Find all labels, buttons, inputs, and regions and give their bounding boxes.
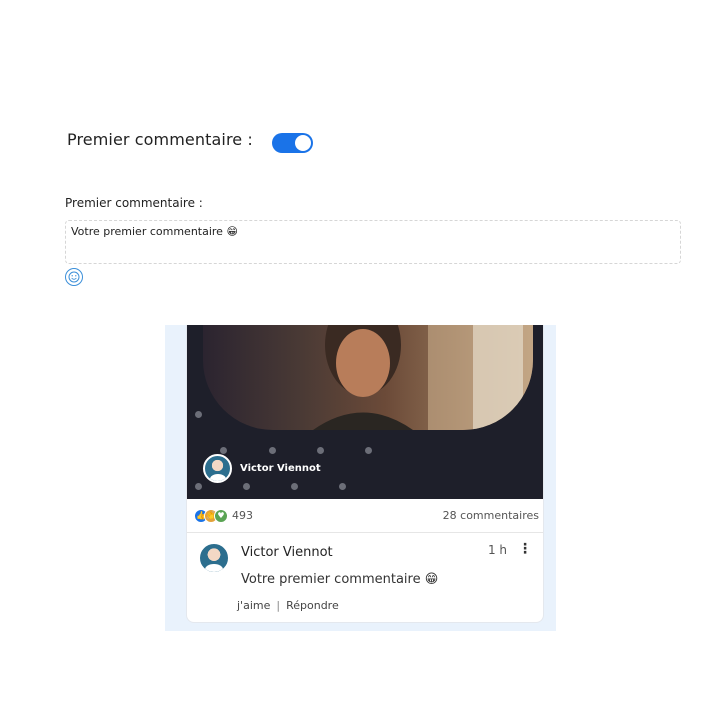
- first-comment-input[interactable]: Votre premier commentaire 😁: [65, 220, 681, 264]
- decor-dot: [291, 483, 298, 490]
- hero-author-name: Victor Viennot: [240, 463, 321, 474]
- toggle-knob: [295, 135, 311, 151]
- like-link[interactable]: j'aime: [237, 599, 270, 612]
- comment-author: Victor Viennot: [241, 545, 333, 560]
- emoji-picker-button[interactable]: [65, 268, 83, 286]
- reactions[interactable]: 👍 👏 ♥ 493: [194, 508, 253, 523]
- smiley-icon: [68, 271, 80, 283]
- decor-dot: [339, 483, 346, 490]
- avatar: [203, 454, 232, 483]
- first-comment-toggle-label: Premier commentaire :: [67, 130, 253, 149]
- reply-link[interactable]: Répondre: [286, 599, 339, 612]
- decor-dot: [220, 447, 227, 454]
- vertical-dots-icon[interactable]: ⋮: [518, 541, 532, 557]
- decor-dot: [365, 447, 372, 454]
- comment-item: Victor Viennot 1 h ⋮ Votre premier comme…: [187, 533, 543, 622]
- first-comment-field-label: Premier commentaire :: [65, 196, 203, 210]
- post-stats: 👍 👏 ♥ 493 28 commentaires: [187, 499, 543, 533]
- decor-dot: [269, 447, 276, 454]
- actions-separator: |: [276, 599, 281, 612]
- post-photo: [203, 325, 533, 430]
- comments-count[interactable]: 28 commentaires: [443, 509, 539, 522]
- post-hero-image: Victor Viennot: [187, 325, 543, 499]
- first-comment-toggle[interactable]: [272, 133, 313, 153]
- decor-dot: [195, 483, 202, 490]
- hero-author: Victor Viennot: [203, 454, 321, 483]
- decor-dot: [243, 483, 250, 490]
- decor-dot: [317, 447, 324, 454]
- decor-dot: [195, 411, 202, 418]
- comment-actions: j'aime | Répondre: [237, 599, 339, 612]
- portrait-image: [313, 325, 533, 430]
- support-icon: ♥: [214, 508, 228, 523]
- post-preview-card: Victor Viennot 👍 👏 ♥ 493 28 commentaires…: [186, 325, 544, 623]
- comment-time: 1 h: [487, 543, 507, 557]
- comment-avatar: [198, 542, 230, 574]
- first-comment-toggle-row: Premier commentaire :: [67, 130, 313, 153]
- comment-text: Votre premier commentaire 😁: [241, 572, 439, 587]
- reactions-count: 493: [232, 509, 253, 522]
